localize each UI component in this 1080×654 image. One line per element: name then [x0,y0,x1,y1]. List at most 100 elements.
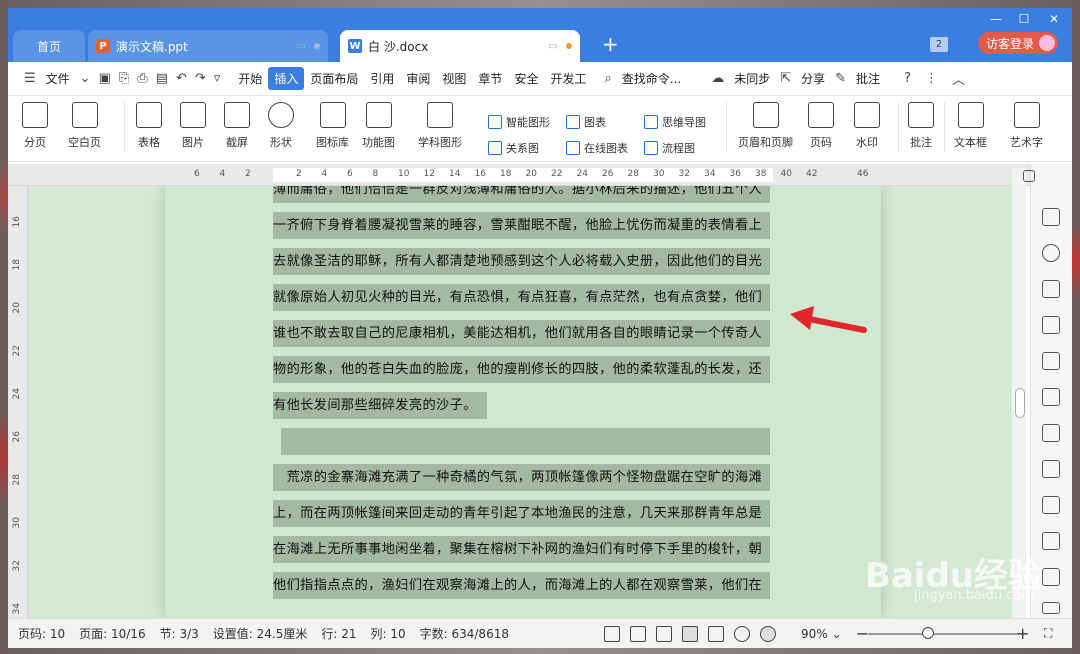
tab-home[interactable]: 首页 [13,30,85,62]
settings-sliders-icon[interactable] [1042,424,1060,442]
outline-view-icon[interactable] [707,625,724,642]
help-button[interactable]: ? [900,71,915,86]
reading-mode-icon[interactable] [629,625,646,642]
zoom-level[interactable]: 90% [801,627,828,641]
table-button[interactable]: 表格 [136,102,162,150]
export-panel-icon[interactable] [1042,496,1060,514]
icon-library-button[interactable]: 图标库 [316,102,349,150]
menu-section[interactable]: 章节 [472,67,508,90]
export-icon[interactable]: ⎘ [115,71,133,86]
zoom-dropdown-icon[interactable]: ⌄ [832,627,842,641]
window-count-badge[interactable]: 2 [930,37,948,52]
status-setting[interactable]: 设置值: 24.5厘米 [213,625,308,642]
page-view-icon[interactable] [681,625,698,642]
status-pages[interactable]: 页面: 10/16 [79,625,145,642]
comment-button[interactable]: 批注 [908,102,934,150]
chart-button[interactable]: 图表 [566,114,606,130]
zoom-slider[interactable] [868,633,1018,635]
menu-insert[interactable]: 插入 [268,67,305,90]
function-chart-button[interactable]: 功能图 [362,102,395,150]
web-view-icon[interactable] [733,625,750,642]
flowchart-button[interactable]: 流程图 [644,140,695,156]
collapse-ribbon-icon[interactable]: ︿ [948,69,969,88]
window-icon[interactable]: ▭ [297,41,306,52]
vertical-ruler[interactable]: 16 18 20 22 24 26 28 30 32 34 [8,186,28,618]
smart-graphic-button[interactable]: 智能图形 [488,114,550,130]
sync-status[interactable]: 未同步 [728,67,776,90]
status-section[interactable]: 节: 3/3 [160,625,199,642]
document-text-line[interactable]: 一齐俯下身脊着腰凝视雪莱的睡容，雪莱酣眠不醒，他脸上忧伤而凝重的表情看上 [273,212,770,239]
hamburger-icon[interactable]: ☰ [20,71,40,86]
zoom-in-button[interactable]: + [1016,624,1029,643]
customize-icon[interactable]: ▿ [210,71,225,86]
page-break-button[interactable]: 分页 [22,102,48,150]
translate-icon[interactable] [1042,532,1060,550]
menu-reference[interactable]: 引用 [364,67,400,90]
menu-review[interactable]: 审阅 [400,67,436,90]
mindmap-button[interactable]: 思维导图 [644,114,706,130]
menu-file[interactable]: 文件 [40,67,76,90]
share-button[interactable]: 分享 [795,67,831,90]
maximize-button[interactable]: ☐ [1012,12,1036,26]
document-text-line[interactable]: 他们指指点点的，渔妇们在观察海滩上的人，而海滩上的人都在观察雪莱，他们在 [273,572,770,599]
horizontal-ruler[interactable]: 6 4 2 2 4 6 8 10 12 14 16 18 20 22 24 26 28 30 32 34 36 38 40 4… [8,164,1030,186]
minimize-button[interactable]: — [984,12,1008,26]
status-words[interactable]: 字数: 634/8618 [420,625,509,642]
close-button[interactable]: ✕ [1042,12,1066,26]
redo-icon[interactable]: ↷ [191,71,210,86]
style-icon[interactable] [1042,280,1060,298]
document-text-line[interactable]: 有他长发间那些细碎发亮的沙子。 [273,392,487,419]
fit-page-icon[interactable]: ⛶ [1044,626,1052,641]
header-footer-button[interactable]: 页眉和页脚 [738,102,793,150]
tab-doc[interactable]: W 白 沙.docx ▭ [340,30,580,62]
online-chart-button[interactable]: 在线图表 [566,140,628,156]
menu-layout[interactable]: 页面布局 [304,67,364,90]
document-text-line[interactable]: 就像原始人初见火种的目光，有点恐惧，有点狂喜，有点茫然，也有点贪婪，他们 [273,284,770,311]
scrollbar-thumb[interactable] [1015,388,1025,418]
shapes-button[interactable]: 形状 [268,102,294,150]
image-panel-icon[interactable] [1042,460,1060,478]
window-icon[interactable]: ▭ [549,41,558,52]
annotate-button[interactable]: 批注 [850,67,886,90]
subject-graphic-button[interactable]: 学科图形 [418,102,462,150]
preview-icon[interactable]: ▤ [152,71,172,86]
document-text-line[interactable]: 上，而在两顶帐篷间来回走动的青年引起了本地渔民的注意，几天来那群青年总是 [273,500,770,527]
shapes-panel-icon[interactable] [1042,244,1060,262]
status-row[interactable]: 行: 21 [321,625,356,642]
document-text-line[interactable]: 薄而庸俗，他们恰恰是一群反对浅薄和庸俗的人。据小林后来的描述，他们五个人 [273,186,770,203]
ruler-toggle-icon[interactable] [1023,170,1035,182]
zoom-slider-knob[interactable] [922,627,934,639]
watermark-button[interactable]: 水印 [854,102,880,150]
archive-icon[interactable] [1042,568,1060,586]
document-text-line[interactable]: 荒凉的金寨海滩充满了一种奇橘的气氛，两顶帐篷像两个怪物盘踞在空旷的海滩 [273,464,770,491]
undo-icon[interactable]: ↶ [172,71,191,86]
apps-icon[interactable] [1042,352,1060,370]
more-icon[interactable]: ⋮ [921,71,942,86]
eye-care-icon[interactable] [759,625,776,642]
picture-button[interactable]: 图片 [180,102,206,150]
fullscreen-icon[interactable] [603,625,620,642]
status-col[interactable]: 列: 10 [370,625,405,642]
write-mode-icon[interactable] [655,625,672,642]
document-text-line[interactable]: 谁也不敢去取自己的尼康相机，美能达相机，他们就用各自的眼睛记录一个传奇人 [273,320,770,347]
table-panel-icon[interactable] [1042,316,1060,334]
pen-icon[interactable] [1042,208,1060,226]
screenshot-button[interactable]: 截屏 [224,102,250,150]
expand-icon[interactable] [1042,602,1060,614]
document-page[interactable]: 薄而庸俗，他们恰恰是一群反对浅薄和庸俗的人。据小林后来的描述，他们五个人一齐俯下… [165,186,881,618]
menu-start[interactable]: 开始 [232,67,268,90]
relation-chart-button[interactable]: 关系图 [488,140,539,156]
document-text-line[interactable]: 物的形象，他的苍白失血的脸庞，他的瘦削修长的四肢，他的柔软蓬乱的长发，还 [273,356,770,383]
print-icon[interactable]: ⎙ [133,71,151,86]
document-text-line[interactable]: 去就像圣洁的耶稣，所有人都清楚地预感到这个人必将载入史册，因此他们的目光 [273,248,770,275]
menu-view[interactable]: 视图 [436,67,472,90]
new-tab-button[interactable]: + [602,32,619,56]
blank-page-button[interactable]: 空白页 [68,102,101,150]
menu-security[interactable]: 安全 [508,67,544,90]
document-text-line[interactable]: 在海滩上无所事事地闲坐着，聚集在榕树下补网的渔妇们有时停下手里的梭针，朝 [273,536,770,563]
search-command[interactable]: 查找命令... [616,67,687,90]
tab-ppt[interactable]: P 演示文稿.ppt ▭ [88,30,328,62]
status-page[interactable]: 页码: 10 [18,625,65,642]
document-text-line[interactable] [281,428,770,455]
save-icon[interactable]: ▣ [95,71,115,86]
